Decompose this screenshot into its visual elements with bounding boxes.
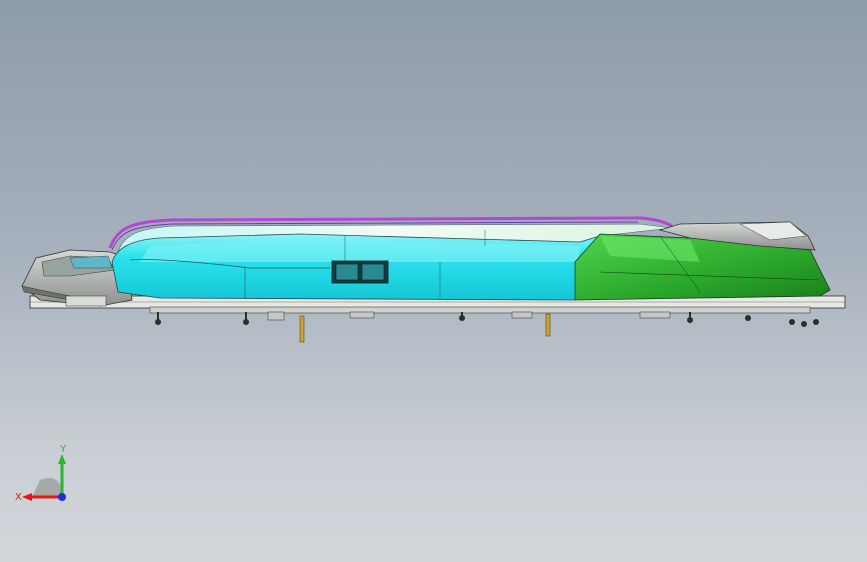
y-axis-arrowhead	[58, 454, 66, 464]
fastener-pins	[155, 311, 819, 343]
triad-shade	[32, 478, 62, 497]
vent-window[interactable]	[331, 260, 389, 284]
axis-triad: Y X	[15, 444, 67, 503]
x-axis-label: X	[15, 492, 22, 503]
y-axis-label: Y	[59, 444, 67, 455]
z-axis-dot	[58, 493, 66, 501]
cad-model[interactable]	[0, 0, 867, 562]
x-axis-arrowhead	[22, 493, 32, 501]
cad-3d-viewport[interactable]: Y X	[0, 0, 867, 562]
